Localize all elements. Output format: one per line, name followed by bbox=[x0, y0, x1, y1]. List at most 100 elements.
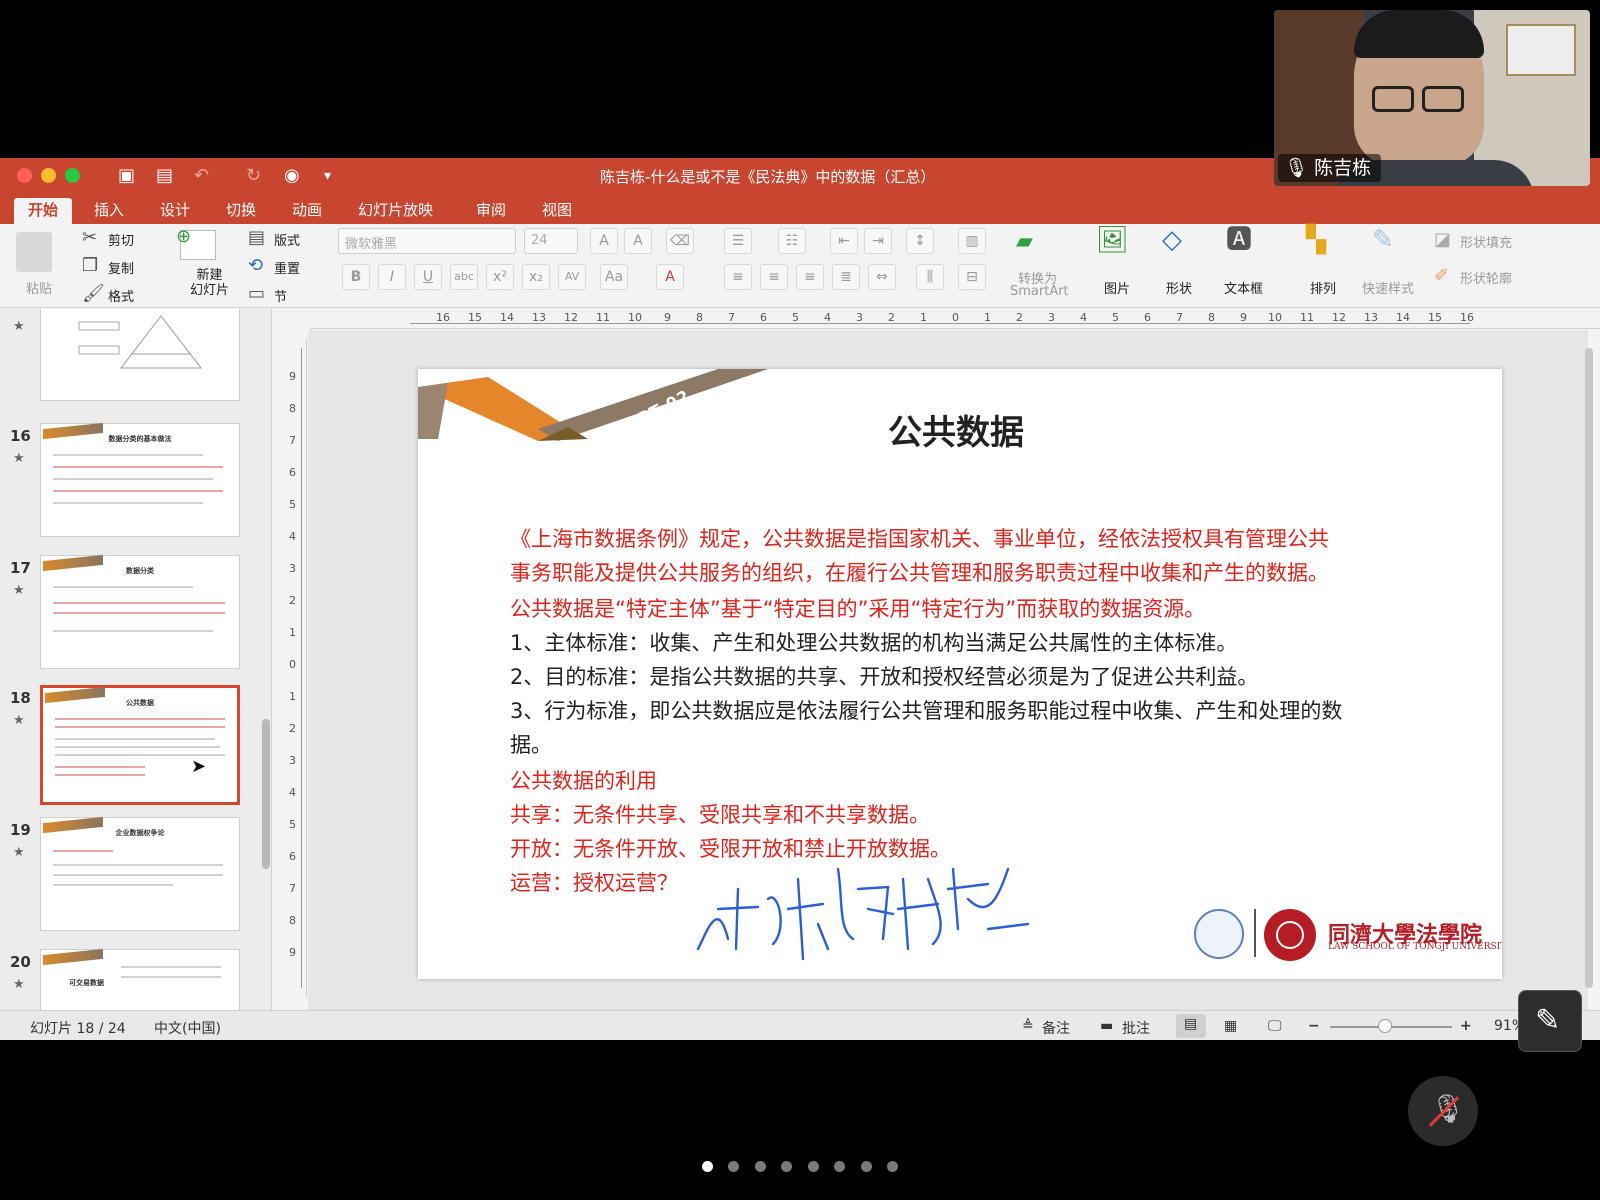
slide-text-line[interactable]: 公共数据是“特定主体”基于“特定目的”采用“特定行为”而获取的数据资源。 bbox=[510, 595, 1205, 623]
slide-text-line[interactable]: 《上海市数据条例》规定，公共数据是指国家机关、事业单位，经依法授权具有管理公共 bbox=[510, 525, 1329, 553]
tab-animations[interactable]: 动画 bbox=[278, 198, 336, 224]
tab-slideshow[interactable]: 幻灯片放映 bbox=[344, 198, 447, 224]
notes-button[interactable]: 备注 bbox=[1042, 1018, 1070, 1038]
new-slide-button[interactable]: 新建 幻灯片 bbox=[190, 268, 229, 298]
zoom-in-icon[interactable]: + bbox=[1460, 1018, 1472, 1034]
tab-review[interactable]: 审阅 bbox=[462, 198, 520, 224]
clear-format-icon[interactable]: ⌫ bbox=[666, 228, 694, 254]
sidebar-toggle-icon[interactable]: ▣ bbox=[118, 164, 135, 188]
redo-icon[interactable]: ↻ bbox=[246, 164, 261, 188]
tab-view[interactable]: 视图 bbox=[528, 198, 586, 224]
copy-button[interactable]: 复制 bbox=[108, 258, 134, 277]
page-dot[interactable] bbox=[861, 1161, 872, 1172]
customize-toolbar-icon[interactable]: ▾ bbox=[324, 164, 331, 188]
distribute-icon[interactable]: ⇔ bbox=[868, 264, 896, 290]
slide-text-line[interactable]: 共享：无条件共享、受限共享和不共享数据。 bbox=[510, 801, 930, 829]
current-slide[interactable]: PART 02 公共数据 《上海市数据条例》规定，公共数据是指国家机关、事业单位… bbox=[418, 369, 1502, 979]
text-direction-icon[interactable]: ⫼ bbox=[916, 264, 944, 290]
align-center-icon[interactable]: ≡ bbox=[760, 264, 788, 290]
arrange-button[interactable]: 排列 bbox=[1310, 278, 1336, 297]
subscript-icon[interactable]: x₂ bbox=[522, 264, 550, 290]
bullets-icon[interactable]: ☰ bbox=[724, 228, 752, 254]
slide-text-line[interactable]: 公共数据的利用 bbox=[510, 767, 657, 795]
tab-design[interactable]: 设计 bbox=[146, 198, 204, 224]
shape-fill-button[interactable]: 形状填充 bbox=[1460, 232, 1512, 251]
page-dot[interactable] bbox=[834, 1161, 845, 1172]
grow-font-icon[interactable]: A bbox=[590, 228, 618, 254]
tab-transitions[interactable]: 切换 bbox=[212, 198, 270, 224]
slide-text-line[interactable]: 事务职能及提供公共服务的组织，在履行公共管理和服务职责过程中收集和产生的数据。 bbox=[510, 559, 1329, 587]
align-text-icon[interactable]: ⊟ bbox=[958, 264, 986, 290]
slide-text-line[interactable]: 2、目的标准：是指公共数据的共享、开放和授权经营必须是为了促进公共利益。 bbox=[510, 663, 1258, 691]
font-color-icon[interactable]: A bbox=[656, 264, 684, 290]
presenter-view-icon[interactable]: 🖵 bbox=[1268, 1018, 1282, 1034]
slide-text-line[interactable]: 3、行为标准，即公共数据应是依法履行公共管理和服务职能过程中收集、产生和处理的数 bbox=[510, 697, 1342, 725]
align-right-icon[interactable]: ≡ bbox=[796, 264, 824, 290]
close-window-button[interactable] bbox=[17, 168, 32, 183]
decrease-indent-icon[interactable]: ⇤ bbox=[830, 228, 858, 254]
shrink-font-icon[interactable]: A bbox=[624, 228, 652, 254]
slide-thumbnail[interactable]: 数据分类 bbox=[40, 554, 240, 669]
slideshow-record-icon[interactable]: ◉ bbox=[284, 164, 300, 188]
columns-icon[interactable]: ▥ bbox=[958, 228, 986, 254]
page-dot[interactable] bbox=[781, 1161, 792, 1172]
numbering-icon[interactable]: ☷ bbox=[778, 228, 806, 254]
page-dot[interactable] bbox=[808, 1161, 819, 1172]
superscript-icon[interactable]: x² bbox=[486, 264, 514, 290]
slide-sorter-icon[interactable]: ▦ bbox=[1224, 1018, 1237, 1034]
slide-thumbnail[interactable]: 数据分类的基本做法 bbox=[40, 422, 240, 537]
minimize-window-button[interactable] bbox=[41, 168, 56, 183]
increase-indent-icon[interactable]: ⇥ bbox=[864, 228, 892, 254]
thumbnail-scrollbar[interactable] bbox=[262, 719, 270, 869]
slide-text-line[interactable]: 运营：授权运营？ bbox=[510, 869, 678, 897]
align-left-icon[interactable]: ≡ bbox=[724, 264, 752, 290]
format-painter-button[interactable]: 格式 bbox=[108, 286, 134, 305]
mute-button[interactable]: 🎙 bbox=[1408, 1076, 1478, 1146]
slide-text-line[interactable]: 1、主体标准：收集、产生和处理公共数据的机构当满足公共属性的主体标准。 bbox=[510, 629, 1237, 657]
strikethrough-icon[interactable]: abc bbox=[450, 264, 478, 290]
slide-thumbnail-pane[interactable]: ★ 16 ★ 数据分类的基本做法 17 ★ 数据分类 18 ★ 公共数据 ➤ 1… bbox=[0, 309, 272, 1010]
convert-smartart-sublabel[interactable]: SmartArt bbox=[1010, 284, 1069, 299]
slide-thumbnail[interactable]: 可交易数据 bbox=[40, 948, 240, 1010]
language-indicator[interactable]: 中文(中国) bbox=[154, 1018, 221, 1038]
reset-button[interactable]: 重置 bbox=[274, 258, 300, 277]
char-spacing-icon[interactable]: AV bbox=[558, 264, 586, 290]
underline-icon[interactable]: U bbox=[414, 264, 442, 290]
comments-button[interactable]: 批注 bbox=[1122, 1018, 1150, 1038]
tab-insert[interactable]: 插入 bbox=[80, 198, 138, 224]
annotate-button[interactable]: ✎ bbox=[1518, 990, 1582, 1052]
line-spacing-icon[interactable]: ↕ bbox=[906, 228, 934, 254]
maximize-window-button[interactable] bbox=[65, 168, 80, 183]
font-size-field[interactable]: 24 bbox=[524, 228, 578, 254]
page-dot[interactable] bbox=[755, 1161, 766, 1172]
quick-styles-button[interactable]: 快速样式 bbox=[1362, 278, 1414, 297]
vertical-scrollbar[interactable] bbox=[1585, 348, 1593, 988]
page-dot[interactable] bbox=[728, 1161, 739, 1172]
tab-home[interactable]: 开始 bbox=[14, 198, 73, 224]
undo-icon[interactable]: ↶ bbox=[194, 164, 209, 188]
shape-outline-button[interactable]: 形状轮廓 bbox=[1460, 268, 1512, 287]
slide-thumbnail[interactable] bbox=[40, 309, 240, 401]
zoom-slider-thumb[interactable] bbox=[1378, 1019, 1392, 1033]
slide-thumbnail-selected[interactable]: 公共数据 ➤ bbox=[40, 685, 240, 805]
cut-button[interactable]: 剪切 bbox=[108, 230, 134, 249]
layout-button[interactable]: 版式 bbox=[274, 230, 300, 249]
shape-button[interactable]: 形状 bbox=[1166, 278, 1192, 297]
change-case-icon[interactable]: Aa bbox=[600, 264, 628, 290]
save-icon[interactable]: ▤ bbox=[156, 164, 173, 188]
bold-icon[interactable]: B bbox=[342, 264, 370, 290]
justify-icon[interactable]: ≣ bbox=[832, 264, 860, 290]
paste-icon[interactable] bbox=[16, 232, 52, 272]
section-button[interactable]: 节 bbox=[274, 286, 287, 305]
paste-button[interactable]: 粘贴 bbox=[26, 278, 52, 297]
zoom-out-icon[interactable]: − bbox=[1308, 1018, 1320, 1034]
font-name-field[interactable]: 微软雅黑 bbox=[338, 228, 516, 254]
normal-view-button[interactable]: ▤ bbox=[1176, 1014, 1206, 1038]
textbox-button[interactable]: 文本框 bbox=[1224, 278, 1263, 297]
slide-thumbnail[interactable]: 企业数据权争论 bbox=[40, 816, 240, 931]
picture-button[interactable]: 图片 bbox=[1104, 278, 1130, 297]
slide-text-line[interactable]: 据。 bbox=[510, 731, 552, 759]
page-dot[interactable] bbox=[887, 1161, 898, 1172]
page-dot[interactable] bbox=[702, 1161, 713, 1172]
italic-icon[interactable]: I bbox=[378, 264, 406, 290]
